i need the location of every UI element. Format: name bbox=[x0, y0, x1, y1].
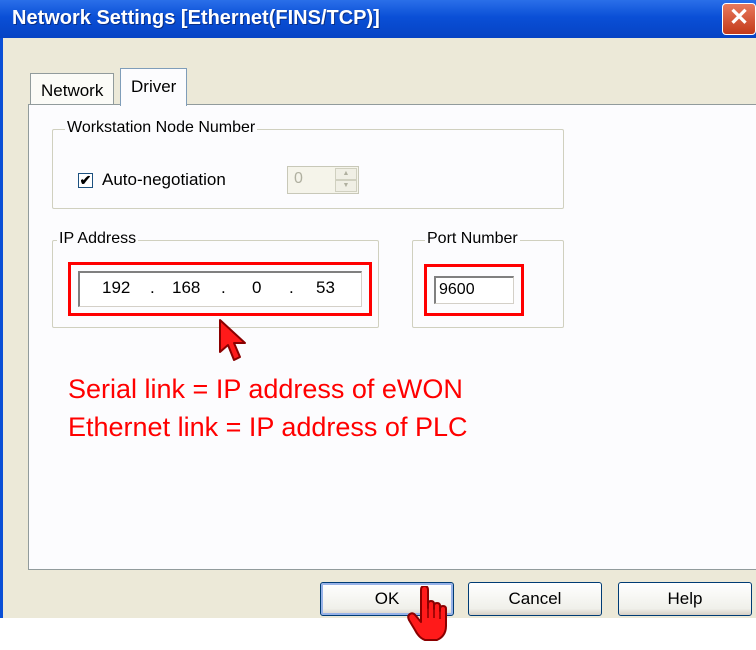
tab-driver-label: Driver bbox=[131, 77, 177, 96]
arrow-cursor-icon bbox=[219, 319, 246, 361]
node-number-legend: Workstation Node Number bbox=[65, 119, 258, 137]
tab-network[interactable]: Network bbox=[30, 73, 115, 105]
help-button[interactable]: Help bbox=[618, 582, 752, 616]
ip-highlight-box bbox=[68, 262, 372, 316]
network-settings-dialog: Network Settings [Ethernet(FINS/TCP)] ✕ … bbox=[0, 0, 756, 618]
auto-negotiation-label: Auto-negotiation bbox=[102, 170, 226, 189]
port-number-legend: Port Number bbox=[425, 230, 520, 248]
ok-button-label: OK bbox=[374, 589, 400, 608]
title-bar[interactable]: Network Settings [Ethernet(FINS/TCP)] ✕ bbox=[0, 0, 756, 38]
port-highlight-box bbox=[424, 264, 524, 316]
node-number-spinner: 0 ▲ ▼ bbox=[287, 166, 359, 194]
help-button-label: Help bbox=[667, 589, 703, 608]
checkmark-icon: ✔ bbox=[79, 172, 92, 188]
close-icon: ✕ bbox=[728, 4, 750, 31]
cancel-button-label: Cancel bbox=[508, 589, 562, 608]
tab-network-label: Network bbox=[41, 81, 104, 100]
annotation-serial-link: Serial link = IP address of eWON bbox=[68, 374, 463, 404]
tab-driver[interactable]: Driver bbox=[120, 68, 188, 106]
cancel-button[interactable]: Cancel bbox=[468, 582, 602, 616]
spin-up-icon: ▲ bbox=[335, 168, 357, 180]
ip-address-legend: IP Address bbox=[57, 230, 139, 248]
annotation-ethernet-link: Ethernet link = IP address of PLC bbox=[68, 412, 468, 442]
spin-down-icon: ▼ bbox=[335, 180, 357, 192]
close-button[interactable]: ✕ bbox=[722, 3, 756, 35]
auto-negotiation-checkbox[interactable]: ✔ bbox=[78, 173, 93, 188]
node-number-value: 0 bbox=[294, 170, 303, 187]
window-border bbox=[0, 38, 3, 618]
hand-pointer-icon bbox=[407, 586, 447, 641]
window-title: Network Settings [Ethernet(FINS/TCP)] bbox=[12, 7, 380, 29]
